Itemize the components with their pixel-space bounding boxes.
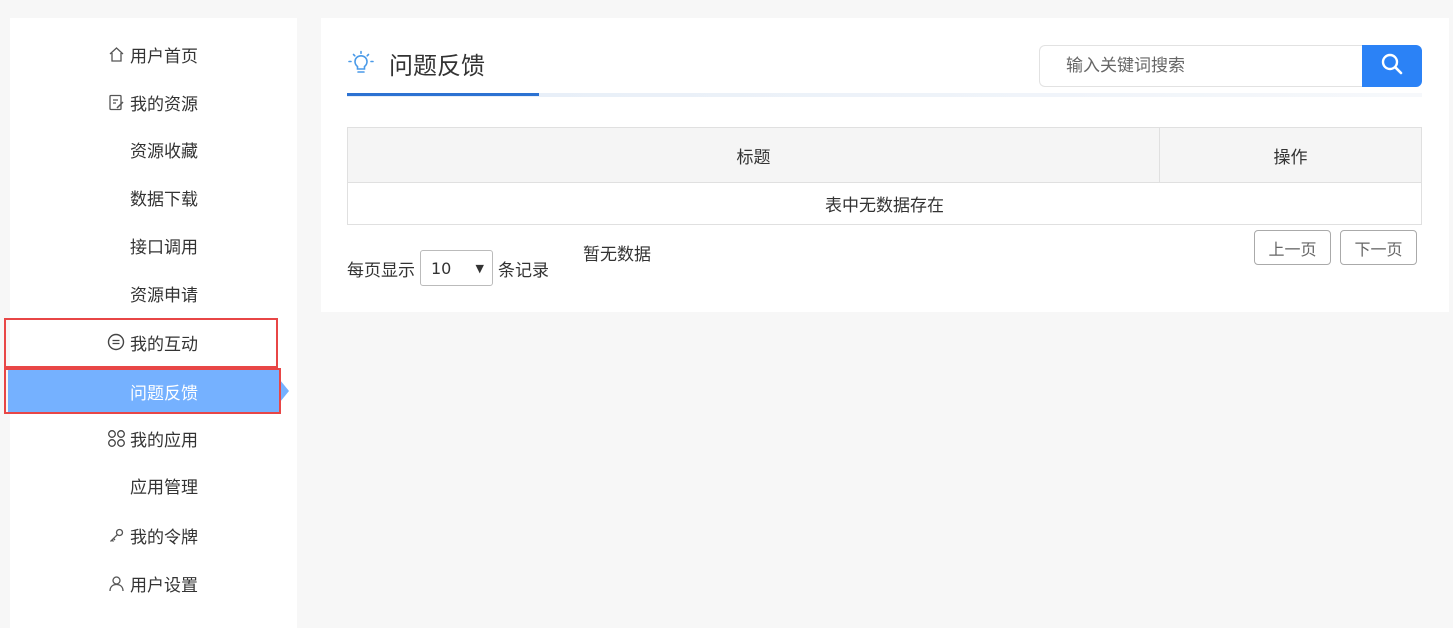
page-length-control: 每页显示 10 ▼ 条记录: [347, 250, 549, 286]
search-bar: [1039, 45, 1422, 87]
sidebar: 用户首页 我的资源 资源收藏 数据下载 接口调用 资源申请 我的互动 问题反馈 …: [8, 18, 297, 628]
sidebar-item-user-settings[interactable]: 用户设置: [10, 571, 297, 596]
sidebar-item-my-tokens[interactable]: 我的令牌: [10, 523, 297, 548]
title-underline: [347, 93, 1422, 97]
next-page-button[interactable]: 下一页: [1340, 230, 1417, 265]
table-empty-text: 表中无数据存在: [347, 182, 1422, 225]
sidebar-item-api-calls[interactable]: 接口调用: [10, 233, 297, 258]
sidebar-item-label: 用户首页: [130, 46, 198, 67]
sidebar-item-label: 接口调用: [130, 237, 198, 258]
caret-down-icon: ▼: [475, 261, 484, 275]
sidebar-item-label: 我的互动: [130, 334, 198, 355]
sidebar-item-label: 资源申请: [130, 285, 198, 306]
column-header-title[interactable]: 标题: [347, 127, 1160, 183]
table-row: 表中无数据存在: [347, 182, 1422, 225]
sidebar-item-resource-favorites[interactable]: 资源收藏: [10, 137, 297, 162]
sidebar-item-label: 我的令牌: [130, 527, 198, 548]
key-icon: [106, 525, 126, 545]
sidebar-item-data-download[interactable]: 数据下载: [10, 185, 297, 210]
search-icon: [1380, 52, 1404, 80]
sidebar-item-label: 数据下载: [130, 189, 198, 210]
user-icon: [106, 573, 126, 593]
search-input[interactable]: [1039, 45, 1362, 87]
sidebar-item-app-management[interactable]: 应用管理: [10, 473, 297, 498]
page-length-select[interactable]: 10 ▼: [420, 250, 493, 286]
search-button[interactable]: [1362, 45, 1422, 87]
chat-bubble-icon: [106, 332, 126, 352]
page-title: 问题反馈: [389, 52, 485, 80]
column-header-actions: 操作: [1159, 127, 1422, 183]
prev-page-button[interactable]: 上一页: [1254, 230, 1331, 265]
sidebar-item-label: 我的资源: [130, 94, 198, 115]
command-key-icon: [106, 428, 126, 448]
sidebar-item-label: 资源收藏: [130, 141, 198, 162]
main-panel: 问题反馈 标题 操作 表中无数据存在 每页显示 10 ▼: [321, 18, 1449, 312]
title-underline-accent: [347, 93, 539, 96]
page-length-prefix: 每页显示: [347, 260, 415, 281]
table-header-row: 标题 操作: [347, 127, 1422, 183]
page-length-suffix: 条记录: [498, 260, 549, 281]
table-info: 暂无数据: [583, 245, 651, 265]
sidebar-item-my-resources[interactable]: 我的资源: [10, 90, 297, 115]
sidebar-item-label: 用户设置: [130, 575, 198, 596]
active-indicator-arrow: [280, 380, 289, 402]
feedback-table: 标题 操作 表中无数据存在: [347, 127, 1422, 225]
sidebar-item-label: 应用管理: [130, 477, 198, 498]
sidebar-item-my-apps[interactable]: 我的应用: [10, 426, 297, 451]
home-icon: [106, 44, 126, 64]
page-header: 问题反馈: [347, 46, 485, 81]
pagination: 上一页 下一页: [1254, 230, 1417, 265]
sidebar-item-my-interactions[interactable]: 我的互动: [10, 330, 297, 355]
page-length-value: 10: [431, 258, 452, 278]
edit-document-icon: [106, 92, 126, 112]
sidebar-item-label: 我的应用: [130, 430, 198, 451]
sidebar-item-feedback[interactable]: 问题反馈: [8, 370, 280, 412]
lightbulb-icon: [347, 50, 375, 78]
sidebar-item-label: 问题反馈: [130, 383, 198, 404]
sidebar-item-user-home[interactable]: 用户首页: [10, 42, 297, 67]
sidebar-item-resource-application[interactable]: 资源申请: [10, 281, 297, 306]
